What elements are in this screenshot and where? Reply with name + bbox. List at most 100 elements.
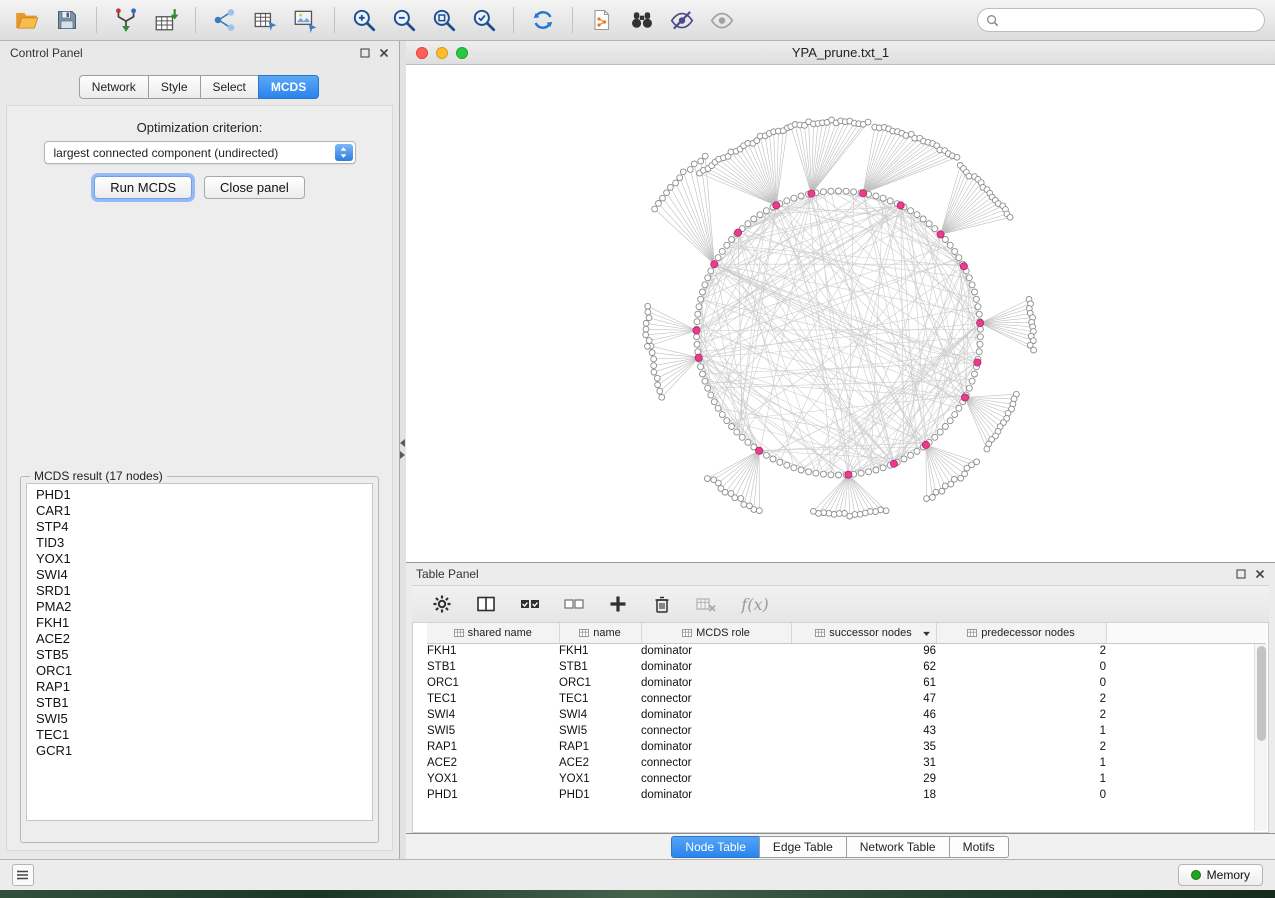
mcds-node-item[interactable]: STP4 — [36, 519, 372, 535]
import-network-icon — [113, 7, 139, 33]
collapse-left-icon[interactable] — [400, 439, 405, 447]
table-row[interactable]: STB1STB1dominator620 — [427, 659, 1266, 675]
table-scrollbar[interactable] — [1254, 644, 1267, 831]
mcds-node-item[interactable]: ORC1 — [36, 663, 372, 679]
mcds-node-item[interactable]: RAP1 — [36, 679, 372, 695]
show-column-button[interactable] — [474, 592, 498, 616]
zoom-in-button[interactable] — [347, 4, 381, 36]
mcds-node-item[interactable]: PMA2 — [36, 599, 372, 615]
minimize-window-dot[interactable] — [436, 47, 448, 59]
mcds-node-item[interactable]: TEC1 — [36, 727, 372, 743]
gear-icon — [432, 594, 452, 614]
show-panel-button[interactable] — [705, 4, 739, 36]
tab-edge-table[interactable]: Edge Table — [759, 836, 847, 858]
column-header-name[interactable]: name — [559, 623, 641, 643]
import-network-button[interactable] — [109, 4, 143, 36]
collapse-right-icon[interactable] — [400, 451, 405, 459]
mcds-node-item[interactable]: CAR1 — [36, 503, 372, 519]
mcds-node-item[interactable]: GCR1 — [36, 743, 372, 759]
tab-motifs[interactable]: Motifs — [949, 836, 1009, 858]
column-header-MCDS-role[interactable]: MCDS role — [641, 623, 791, 643]
tab-mcds[interactable]: MCDS — [258, 75, 319, 99]
tab-style[interactable]: Style — [148, 75, 201, 99]
column-header-successor-nodes[interactable]: successor nodes — [791, 623, 936, 643]
scrollbar-thumb[interactable] — [1257, 646, 1266, 741]
open-network-button[interactable] — [10, 4, 44, 36]
memory-label: Memory — [1207, 868, 1250, 882]
refresh-view-button[interactable] — [526, 4, 560, 36]
zoom-window-dot[interactable] — [456, 47, 468, 59]
table-cell: dominator — [641, 659, 791, 675]
table-row[interactable]: YOX1YOX1connector291 — [427, 771, 1266, 787]
panel-splitter[interactable] — [400, 41, 406, 859]
mcds-node-item[interactable]: TID3 — [36, 535, 372, 551]
mcds-result-list: PHD1CAR1STP4TID3YOX1SWI4SRD1PMA2FKH1ACE2… — [26, 483, 373, 821]
table-row[interactable]: ACE2ACE2connector311 — [427, 755, 1266, 771]
select-all-button[interactable] — [518, 592, 542, 616]
refresh-icon — [530, 7, 556, 33]
table-tabs: Node TableEdge TableNetwork TableMotifs — [406, 833, 1275, 859]
network-canvas[interactable] — [406, 65, 1275, 562]
close-panel-icon[interactable] — [379, 48, 389, 58]
close-window-dot[interactable] — [416, 47, 428, 59]
sort-chevron-icon — [922, 629, 931, 638]
table-cell: ACE2 — [427, 755, 559, 771]
table-row[interactable]: PHD1PHD1dominator180 — [427, 787, 1266, 803]
table-settings-button[interactable] — [430, 592, 454, 616]
cytoscape-app: Control Panel NetworkStyleSelectMCDS Opt… — [0, 0, 1275, 898]
mcds-node-item[interactable]: STB1 — [36, 695, 372, 711]
open-folder-icon — [14, 7, 40, 33]
mcds-node-item[interactable]: ACE2 — [36, 631, 372, 647]
tab-network[interactable]: Network — [79, 75, 149, 99]
zoom-selected-button[interactable] — [467, 4, 501, 36]
criterion-select[interactable]: largest connected component (undirected) — [44, 141, 356, 164]
zoom-out-button[interactable] — [387, 4, 421, 36]
float-panel-icon[interactable] — [1236, 569, 1246, 579]
column-header-predecessor-nodes[interactable]: predecessor nodes — [936, 623, 1106, 643]
import-table-button[interactable] — [149, 4, 183, 36]
tab-select[interactable]: Select — [200, 75, 259, 99]
deselect-all-button[interactable] — [562, 592, 586, 616]
memory-button[interactable]: Memory — [1178, 864, 1263, 886]
close-panel-icon[interactable] — [1255, 569, 1265, 579]
mcds-node-item[interactable]: SWI5 — [36, 711, 372, 727]
table-cell: 96 — [791, 643, 936, 659]
run-mcds-button[interactable]: Run MCDS — [94, 176, 192, 199]
column-header-shared-name[interactable]: shared name — [427, 623, 559, 643]
table-cell: connector — [641, 691, 791, 707]
share-document-button[interactable] — [585, 4, 619, 36]
status-bar: Memory — [0, 859, 1275, 890]
mcds-node-item[interactable]: PHD1 — [36, 487, 372, 503]
zoom-fit-button[interactable] — [427, 4, 461, 36]
search-input[interactable] — [1004, 12, 1256, 28]
tab-node-table[interactable]: Node Table — [671, 836, 760, 858]
table-row[interactable]: RAP1RAP1dominator352 — [427, 739, 1266, 755]
tab-network-table[interactable]: Network Table — [846, 836, 950, 858]
table-row[interactable]: SWI5SWI5connector431 — [427, 723, 1266, 739]
new-network-button[interactable] — [208, 4, 242, 36]
mcds-result-group: MCDS result (17 nodes) PHD1CAR1STP4TID3Y… — [20, 469, 379, 843]
delete-table-button[interactable] — [694, 592, 718, 616]
float-panel-icon[interactable] — [360, 48, 370, 58]
close-panel-button[interactable]: Close panel — [204, 176, 305, 199]
mcds-node-item[interactable]: SRD1 — [36, 583, 372, 599]
delete-column-button[interactable] — [650, 592, 674, 616]
panel-menu-button[interactable] — [12, 864, 34, 886]
mcds-node-item[interactable]: SWI4 — [36, 567, 372, 583]
add-column-button[interactable] — [606, 592, 630, 616]
table-row[interactable]: FKH1FKH1dominator962 — [427, 643, 1266, 659]
table-row[interactable]: TEC1TEC1connector472 — [427, 691, 1266, 707]
save-session-button[interactable] — [50, 4, 84, 36]
export-table-button[interactable] — [248, 4, 282, 36]
table-row[interactable]: SWI4SWI4dominator462 — [427, 707, 1266, 723]
function-builder-button[interactable]: f(x) — [738, 592, 772, 616]
mcds-node-item[interactable]: YOX1 — [36, 551, 372, 567]
table-cell: dominator — [641, 643, 791, 659]
mcds-node-item[interactable]: FKH1 — [36, 615, 372, 631]
import-table-icon — [153, 7, 179, 33]
mcds-node-item[interactable]: STB5 — [36, 647, 372, 663]
hide-panel-button[interactable] — [665, 4, 699, 36]
table-row[interactable]: ORC1ORC1dominator610 — [427, 675, 1266, 691]
export-image-button[interactable] — [288, 4, 322, 36]
search-network-button[interactable] — [625, 4, 659, 36]
